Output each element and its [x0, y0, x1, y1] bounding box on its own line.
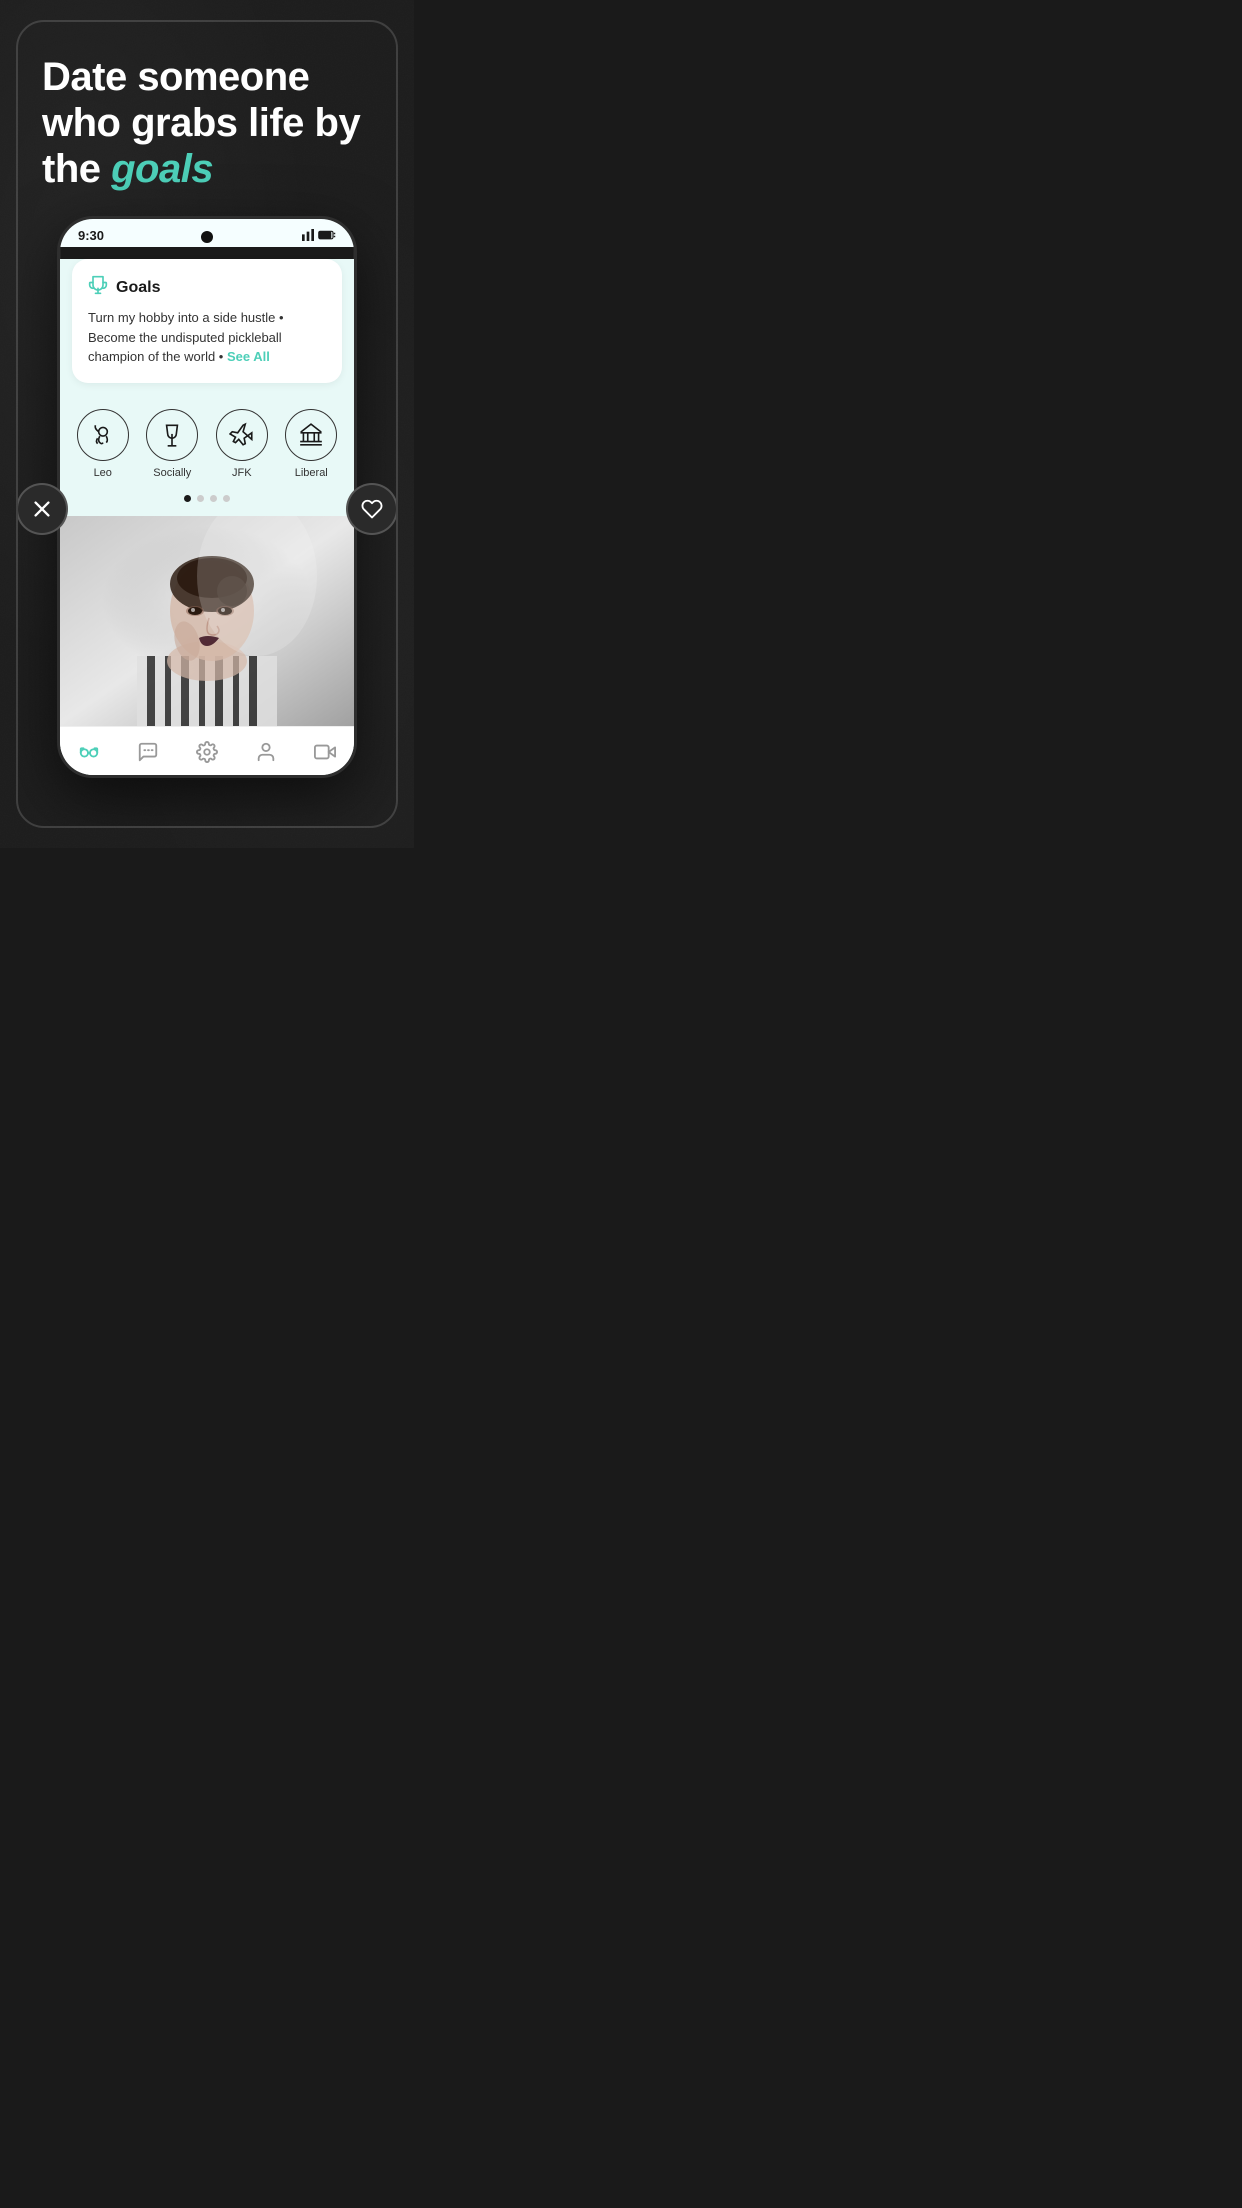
liberal-label: Liberal [295, 467, 328, 479]
phone-screen: Goals Turn my hobby into a side hustle •… [60, 259, 354, 775]
like-button[interactable] [346, 483, 398, 535]
headline-line1: Date someone [42, 55, 309, 99]
socially-icon-circle [146, 409, 198, 461]
icons-row: Leo Socially [60, 395, 354, 487]
dot-4 [223, 495, 230, 502]
dot-1 [184, 495, 191, 502]
dot-2 [197, 495, 204, 502]
see-all-link[interactable]: See All [227, 349, 270, 364]
headline-text: Date someone who grabs life by the goals [42, 54, 372, 192]
wine-icon [159, 422, 185, 448]
nav-discover[interactable] [66, 737, 112, 767]
tag-socially: Socially [146, 409, 198, 479]
leo-icon [90, 422, 116, 448]
phone-mockup: 9:30 [57, 216, 357, 778]
video-icon [314, 741, 336, 763]
profile-photo-svg [60, 516, 354, 726]
leo-label: Leo [94, 467, 112, 479]
nav-settings[interactable] [184, 737, 230, 767]
dislike-button[interactable] [16, 483, 68, 535]
liberal-icon-circle [285, 409, 337, 461]
profile-icon [255, 741, 277, 763]
page-wrapper: Date someone who grabs life by the goals [0, 0, 414, 848]
leo-icon-circle [77, 409, 129, 461]
headline-accent: goals [111, 147, 213, 191]
camera-notch [201, 231, 213, 243]
nav-video[interactable] [302, 737, 348, 767]
trophy-icon [88, 275, 108, 300]
discover-icon [78, 741, 100, 763]
tag-liberal: Liberal [285, 409, 337, 479]
status-time: 9:30 [78, 228, 104, 243]
messages-icon [137, 741, 159, 763]
jfk-label: JFK [232, 467, 252, 479]
bank-icon [298, 422, 324, 448]
jfk-icon-circle [216, 409, 268, 461]
socially-label: Socially [153, 467, 191, 479]
goals-text: Turn my hobby into a side hustle • Becom… [88, 308, 326, 367]
headline-line3-normal: the [42, 147, 111, 191]
heart-icon [361, 498, 383, 520]
settings-icon [196, 741, 218, 763]
signal-icon [298, 229, 314, 241]
dot-3 [210, 495, 217, 502]
profile-photo [60, 516, 354, 726]
goals-card: Goals Turn my hobby into a side hustle •… [72, 259, 342, 383]
page-bottom [18, 802, 396, 826]
tag-jfk: JFK [216, 409, 268, 479]
bottom-nav [60, 726, 354, 775]
status-icons [298, 229, 336, 241]
goals-header: Goals [88, 275, 326, 300]
dots-row [60, 487, 354, 516]
nav-profile[interactable] [243, 737, 289, 767]
x-icon [31, 498, 53, 520]
tag-leo: Leo [77, 409, 129, 479]
phone-container: 9:30 [18, 216, 396, 802]
goals-title: Goals [116, 279, 160, 297]
headline-section: Date someone who grabs life by the goals [18, 22, 396, 216]
plane-icon [229, 422, 255, 448]
outer-frame: Date someone who grabs life by the goals [16, 20, 398, 828]
nav-messages[interactable] [125, 737, 171, 767]
battery-icon [318, 229, 336, 241]
headline-line2: who grabs life by [42, 101, 360, 145]
